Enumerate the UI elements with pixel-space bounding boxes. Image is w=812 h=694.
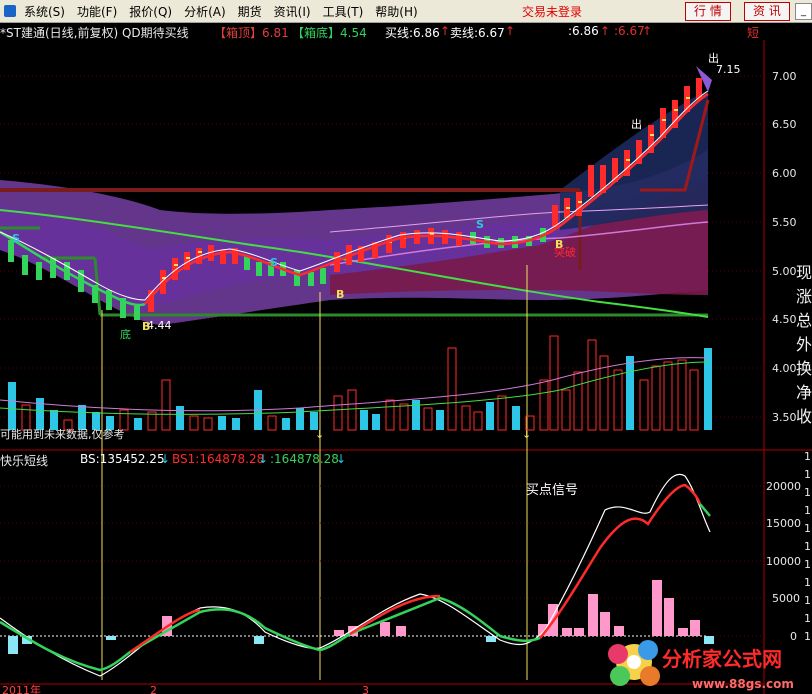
out-mark-2: 出 xyxy=(631,117,642,131)
bs-label: BS:135452.25 xyxy=(80,452,165,466)
sub-histogram xyxy=(8,580,714,654)
sub-tick: 15000 xyxy=(766,517,801,530)
volume-bars xyxy=(8,335,712,431)
price-tick: 6.00 xyxy=(772,167,797,180)
price-tick: 7.00 xyxy=(772,70,797,83)
low-price-label: 4.44 xyxy=(147,319,172,332)
side-tick: 1 xyxy=(804,540,811,553)
sell-mark: S xyxy=(12,232,20,245)
side-tick: 1 xyxy=(804,504,811,517)
buy-mark: B xyxy=(336,288,344,301)
watermark: 分析家公式网 www.88gs.com xyxy=(608,640,794,691)
x-tick: 2011年 xyxy=(2,683,41,694)
side-tick: 1 xyxy=(804,486,811,499)
bs1-down-arrow-icon: ↓ xyxy=(258,452,269,466)
side-label: 总 xyxy=(796,311,812,330)
side-tick: 1 xyxy=(804,612,811,625)
bs1-label: BS1:164878.28 xyxy=(172,452,265,466)
watermark-site-name: 分析家公式网 xyxy=(662,647,782,671)
price-tick: 5.00 xyxy=(772,265,797,278)
sub-tick: 0 xyxy=(790,630,797,643)
price-axis: 7.00 6.50 6.00 5.50 5.00 4.50 4.00 3.50 xyxy=(772,70,797,424)
side-tick: 1 xyxy=(804,594,811,607)
x-tick: 2 xyxy=(150,684,157,694)
value-label-3: :164878.28 xyxy=(270,452,339,466)
price-tick: 4.00 xyxy=(772,362,797,375)
x-tick: 3 xyxy=(362,684,369,694)
sub-chart-header: 快乐短线 BS:135452.25 ↓ BS1:164878.28 ↓ :164… xyxy=(0,452,812,468)
sell-mark: S xyxy=(476,218,484,231)
high-price-label: 7.15 xyxy=(716,63,741,76)
v3-down-arrow-icon: ↓ xyxy=(336,452,347,466)
side-label: 现 xyxy=(796,263,812,282)
sub-tick: 10000 xyxy=(766,555,801,568)
buy-mark: B xyxy=(555,238,563,251)
sub-axis: 20000 15000 10000 5000 0 xyxy=(766,480,801,643)
buy-mark: B xyxy=(142,320,150,333)
bottom-mark: 底 xyxy=(120,327,131,341)
side-tick: 1 xyxy=(804,630,811,643)
side-tick: 1 xyxy=(804,558,811,571)
sub-tick: 5000 xyxy=(772,592,800,605)
chart-canvas: 7.00 6.50 6.00 5.50 5.00 4.50 4.00 3.50 … xyxy=(0,40,812,694)
side-label: 换 xyxy=(796,359,812,378)
side-tick: 1 xyxy=(804,576,811,589)
bs-line-white xyxy=(0,473,711,677)
buy-signal-label: 买点信号 xyxy=(526,483,578,498)
side-label: 涨 xyxy=(796,287,812,306)
price-tick: 4.50 xyxy=(772,313,797,326)
price-tick: 3.50 xyxy=(772,411,797,424)
price-tick: 6.50 xyxy=(772,118,797,131)
watermark-url: www.88gs.com xyxy=(692,677,794,691)
bs-down-arrow-icon: ↓ xyxy=(160,452,171,466)
side-tick: 1 xyxy=(804,468,811,481)
side-label: 外 xyxy=(796,335,812,354)
side-label: 收 xyxy=(796,407,812,426)
side-label: 净 xyxy=(796,383,812,402)
side-tick: 1 xyxy=(804,522,811,535)
volume-note: 可能用到未来数据,仅参考 xyxy=(0,427,125,441)
sub-chart-title: 快乐短线 xyxy=(0,454,49,468)
price-tick: 5.50 xyxy=(772,216,797,229)
sub-tick: 20000 xyxy=(766,480,801,493)
sell-mark: S xyxy=(270,256,278,269)
